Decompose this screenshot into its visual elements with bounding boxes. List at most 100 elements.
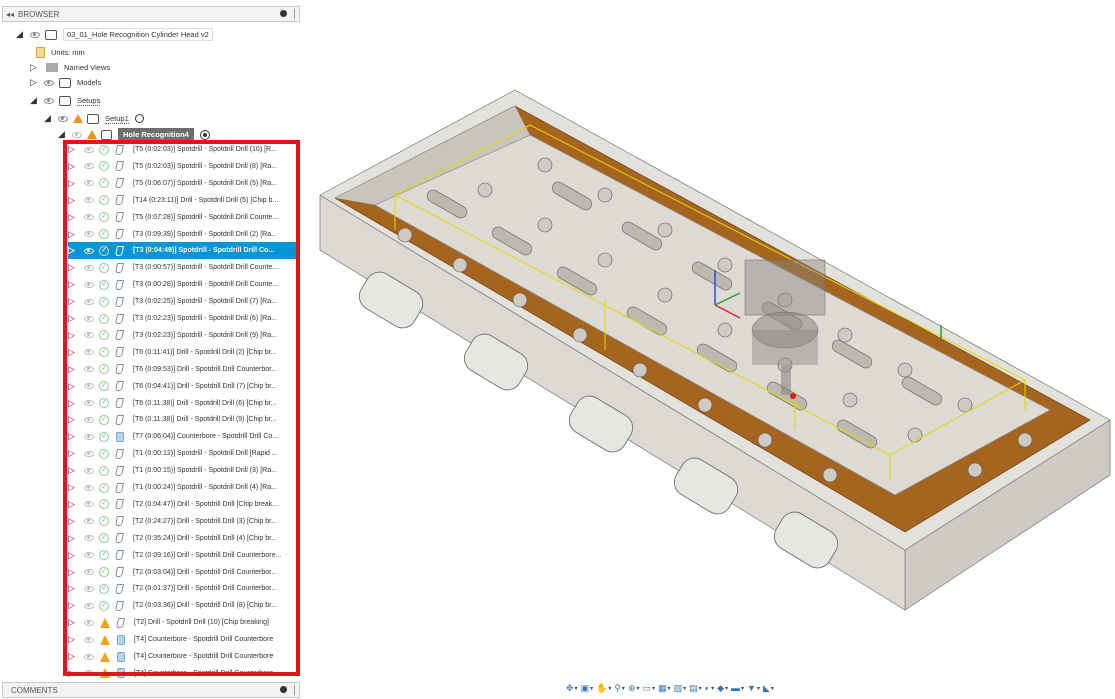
operation-row[interactable]: ▷ ✓ [T7 (0:06:04)] Counterbore - Spotdrill…: [68, 428, 298, 445]
visibility-eye-icon[interactable]: [44, 97, 54, 104]
collapsed-triangle-icon[interactable]: ▷: [68, 482, 80, 493]
collapsed-triangle-icon[interactable]: ▷: [68, 398, 80, 409]
visibility-eye-icon[interactable]: [58, 115, 68, 122]
operation-row[interactable]: ▷ ✓ [T2 (0:09:16)] Drill - Spotdrill Drill…: [68, 547, 298, 564]
visibility-eye-icon[interactable]: [84, 247, 94, 254]
setups-node[interactable]: ◢ Setups: [30, 92, 101, 109]
operation-row[interactable]: ▷ ✓ [T6 (0:11:38)] Drill - Spotdrill Drill…: [68, 411, 298, 428]
fit-icon[interactable]: ⊕ ▾: [628, 683, 640, 694]
visibility-eye-icon[interactable]: [84, 585, 94, 592]
visibility-eye-icon[interactable]: [72, 131, 82, 138]
collapsed-triangle-icon[interactable]: ▷: [68, 550, 80, 561]
collapsed-triangle-icon[interactable]: ▷: [68, 262, 80, 273]
collapsed-triangle-icon[interactable]: ▷: [68, 245, 80, 256]
visibility-eye-icon[interactable]: [84, 501, 94, 508]
collapsed-triangle-icon[interactable]: ▷: [68, 414, 80, 425]
models-node[interactable]: ▷ Models: [30, 74, 101, 91]
visibility-eye-icon[interactable]: [30, 31, 40, 38]
visibility-eye-icon[interactable]: [84, 467, 94, 474]
visibility-eye-icon[interactable]: [84, 197, 94, 204]
collapsed-triangle-icon[interactable]: ▷: [68, 364, 80, 375]
collapsed-triangle-icon[interactable]: ▷: [30, 62, 40, 73]
comments-panel-header[interactable]: COMMENTS: [2, 682, 300, 698]
collapsed-triangle-icon[interactable]: ▷: [68, 431, 80, 442]
operation-row[interactable]: ▷ ✓ [T5 (0:02:03)] Spotdrill - Spotdrill D…: [68, 158, 298, 175]
collapsed-triangle-icon[interactable]: ▷: [68, 583, 80, 594]
operation-row[interactable]: ▷ ✓ [T3 (0:00:57)] Spotdrill - Spotdrill D…: [68, 259, 298, 276]
collapsed-triangle-icon[interactable]: ▷: [68, 178, 80, 189]
visibility-eye-icon[interactable]: [84, 535, 94, 542]
visibility-eye-icon[interactable]: [84, 416, 94, 423]
active-indicator-icon[interactable]: [199, 129, 210, 140]
operation-row[interactable]: ▷ ✓ [T2 (0:03:36)] Drill - Spotdrill Drill…: [68, 597, 298, 614]
operation-row[interactable]: ▷ ✓ [T5 (0:02:03)] Spotdrill - Spotdrill D…: [68, 141, 298, 158]
appearance-icon[interactable]: ◐ ▾: [705, 683, 714, 693]
operation-row[interactable]: ▷ ✓ [T2 (0:24:27)] Drill - Spotdrill Drill…: [68, 513, 298, 530]
collapsed-triangle-icon[interactable]: ▷: [68, 600, 80, 611]
collapsed-triangle-icon[interactable]: ▷: [68, 296, 80, 307]
visibility-eye-icon[interactable]: [84, 670, 94, 677]
operation-row[interactable]: ▷ ✓ [T3 (0:02:23)] Spotdrill - Spotdrill D…: [68, 310, 298, 327]
collapsed-triangle-icon[interactable]: ▷: [68, 668, 80, 679]
expand-triangle-icon[interactable]: ◢: [58, 129, 68, 140]
collapsed-triangle-icon[interactable]: ▷: [68, 448, 80, 459]
effects-icon[interactable]: ▬ ▾: [731, 683, 744, 693]
operation-row[interactable]: ▷ ✓ [T5 (0:07:28)] Spotdrill - Spotdrill D…: [68, 209, 298, 226]
operation-row[interactable]: ▷ [T2] Drill - Spotdrill Drill (10) [Chip…: [68, 614, 298, 631]
visibility-eye-icon[interactable]: [84, 332, 94, 339]
collapsed-triangle-icon[interactable]: ▷: [68, 229, 80, 240]
pan-icon[interactable]: ✋ ▾: [596, 683, 611, 694]
operation-row[interactable]: ▷ ✓ [T3 (0:09:39)] Spotdrill - Spotdrill D…: [68, 226, 298, 243]
collapsed-triangle-icon[interactable]: ▷: [68, 634, 80, 645]
camera-icon[interactable]: ◣ ▾: [763, 683, 774, 694]
visibility-eye-icon[interactable]: [84, 231, 94, 237]
grid-icon[interactable]: ▦ ▾: [658, 683, 671, 694]
collapsed-triangle-icon[interactable]: ▷: [68, 195, 80, 206]
operation-row[interactable]: ▷ ✓ [T1 (0:00:15)] Spotdrill - Spotdrill D…: [68, 462, 298, 479]
collapsed-triangle-icon[interactable]: ▷: [68, 330, 80, 341]
display-mode-icon[interactable]: ▭ ▾: [643, 683, 656, 694]
visibility-eye-icon[interactable]: [84, 264, 94, 271]
view-cube-icon[interactable]: ▨ ▾: [674, 683, 687, 694]
operation-row[interactable]: ▷ ✓ [T6 (0:09:53)] Drill - Spotdrill Drill…: [68, 361, 298, 378]
zoom-icon[interactable]: ⚲ ▾: [614, 683, 625, 694]
visibility-eye-icon[interactable]: [84, 281, 94, 288]
operation-row[interactable]: ▷ ✓ [T6 (0:11:41)] Drill - Spotdrill Drill…: [68, 344, 298, 361]
visibility-eye-icon[interactable]: [84, 433, 94, 440]
visibility-eye-icon[interactable]: [84, 602, 94, 609]
operation-row[interactable]: ▷ ✓ [T3 (0:00:28)] Spotdrill - Spotdrill D…: [68, 276, 298, 293]
visibility-eye-icon[interactable]: [84, 180, 94, 187]
visibility-eye-icon[interactable]: [84, 636, 94, 643]
operation-row[interactable]: ▷ ✓ [T3 (0:02:23)] Spotdrill - Spotdrill D…: [68, 327, 298, 344]
setup1-node[interactable]: ◢ Setup1: [44, 110, 144, 127]
visibility-eye-icon[interactable]: [84, 214, 94, 221]
operation-row[interactable]: ▷ ✓ [T6 (0:11:38)] Drill - Spotdrill Drill…: [68, 395, 298, 412]
visibility-eye-icon[interactable]: [44, 79, 54, 86]
visibility-eye-icon[interactable]: [84, 383, 94, 390]
collapsed-triangle-icon[interactable]: ▷: [68, 533, 80, 544]
operation-row[interactable]: ▷ ✓ [T14 (0:23:11)] Drill - Spotdrill Dril…: [68, 192, 298, 209]
visibility-eye-icon[interactable]: [84, 450, 94, 457]
operation-row[interactable]: ▷ [T4] Counterbore - Spotdrill Drill Coun…: [68, 665, 298, 682]
collapsed-triangle-icon[interactable]: ▷: [68, 516, 80, 527]
collapsed-triangle-icon[interactable]: ▷: [68, 567, 80, 578]
collapsed-triangle-icon[interactable]: ▷: [30, 77, 40, 88]
visibility-eye-icon[interactable]: [84, 298, 94, 305]
visibility-eye-icon[interactable]: [84, 552, 94, 559]
visibility-eye-icon[interactable]: [84, 349, 94, 356]
operation-row[interactable]: ▷ ✓ [T3 (0:04:49)] Spotdrill - Spotdrill D…: [68, 242, 298, 260]
section-icon[interactable]: ▤ ▾: [689, 683, 702, 694]
operation-row[interactable]: ▷ [T4] Counterbore - Spotdrill Drill Coun…: [68, 648, 298, 665]
expand-triangle-icon[interactable]: ◢: [30, 95, 40, 106]
collapsed-triangle-icon[interactable]: ▷: [68, 161, 80, 172]
visibility-eye-icon[interactable]: [84, 315, 94, 322]
operation-row[interactable]: ▷ ✓ [T2 (0:35:24)] Drill - Spotdrill Drill…: [68, 530, 298, 547]
operation-row[interactable]: ▷ ✓ [T2 (0:03:04)] Drill - Spotdrill Drill…: [68, 564, 298, 581]
3d-viewport[interactable]: [305, 80, 1115, 645]
operation-row[interactable]: ▷ [T4] Counterbore - Spotdrill Drill Coun…: [68, 631, 298, 648]
visibility-eye-icon[interactable]: [84, 569, 94, 575]
collapsed-triangle-icon[interactable]: ▷: [68, 144, 80, 155]
operation-row[interactable]: ▷ ✓ [T3 (0:02:25)] Spotdrill - Spotdrill D…: [68, 293, 298, 310]
collapsed-triangle-icon[interactable]: ▷: [68, 347, 80, 358]
look-at-icon[interactable]: ▣ ▾: [581, 683, 594, 694]
